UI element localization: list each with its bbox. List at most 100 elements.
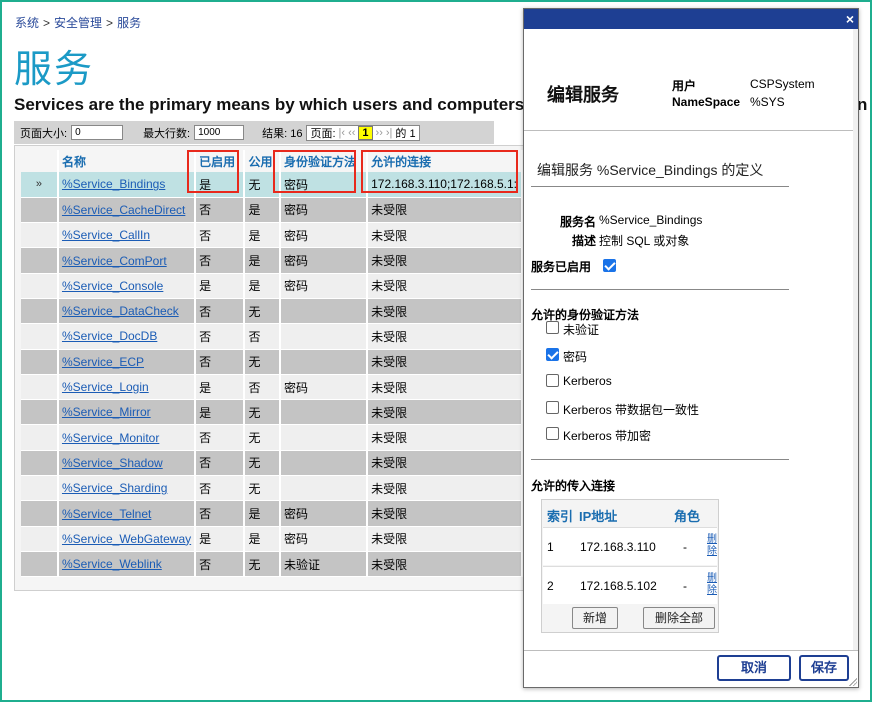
pager-bar: 页面大小: 最大行数: 结果: 16 页面: |‹ ‹‹ 1 ›› ›| 的 1: [14, 121, 494, 144]
service-name-link[interactable]: %Service_ECP: [62, 355, 144, 369]
table-row[interactable]: %Service_Weblink 否无未验证 未受限: [21, 551, 523, 578]
selected-row-marker: [21, 222, 59, 249]
table-row[interactable]: %Service_CallIn 否是密码 未受限: [21, 222, 523, 249]
col-header-enabled[interactable]: 已启用: [195, 150, 246, 172]
enabled-cell: 是: [195, 273, 246, 299]
public-cell: 无: [244, 172, 281, 198]
service-name-link[interactable]: %Service_Sharding: [62, 481, 167, 495]
definition-title: 编辑服务 %Service_Bindings 的定义: [537, 162, 764, 178]
add-connection-button[interactable]: 新增: [572, 607, 618, 629]
auth-option-checkbox[interactable]: [546, 427, 559, 440]
dialog-footer: 取消 保存: [524, 650, 858, 687]
dialog-titlebar[interactable]: ×: [524, 9, 858, 29]
delete-connection-link[interactable]: 删除: [706, 534, 718, 558]
col-header-public[interactable]: 公用: [244, 150, 281, 172]
max-rows-label: 最大行数:: [143, 127, 191, 140]
public-cell: 无: [244, 424, 281, 451]
service-name-link[interactable]: %Service_Telnet: [62, 507, 151, 521]
breadcrumb-separator: >: [43, 16, 51, 30]
breadcrumb-services[interactable]: 服务: [117, 16, 141, 30]
connection-row: 1 172.168.3.110 - 删除: [543, 527, 717, 565]
resize-grip-icon[interactable]: [848, 677, 857, 686]
table-row[interactable]: » %Service_Bindings 是无密码 172.168.3.110;172.…: [21, 172, 523, 198]
cancel-button[interactable]: 取消: [717, 655, 791, 681]
allowed-connections-cell: 未受限: [367, 399, 523, 426]
table-row[interactable]: %Service_WebGateway 是是密码 未受限: [21, 526, 523, 552]
table-row[interactable]: %Service_DocDB 否否 未受限: [21, 323, 523, 350]
first-page-icon[interactable]: |‹: [339, 127, 346, 139]
delete-all-button[interactable]: 删除全部: [643, 607, 715, 629]
auth-option-checkbox[interactable]: [546, 374, 559, 387]
breadcrumb-security[interactable]: 安全管理: [54, 16, 102, 30]
service-name-link[interactable]: %Service_Console: [62, 279, 163, 293]
table-row[interactable]: %Service_Telnet 否是密码 未受限: [21, 500, 523, 527]
dialog-scrollbar[interactable]: [853, 29, 858, 650]
conn-role-cell: -: [683, 579, 687, 593]
auth-method-cell: 密码: [280, 500, 369, 527]
max-rows-input[interactable]: [194, 125, 245, 140]
auth-option-checkbox[interactable]: [546, 321, 559, 334]
service-name-link[interactable]: %Service_ComPort: [62, 254, 167, 268]
table-row[interactable]: %Service_Console 是是密码 未受限: [21, 273, 523, 299]
service-name-link[interactable]: %Service_DataCheck: [62, 304, 179, 318]
service-name-link[interactable]: %Service_Shadow: [62, 456, 163, 470]
selected-row-marker: »: [21, 172, 59, 198]
selected-row-marker: [21, 298, 59, 325]
table-row[interactable]: %Service_Mirror 是无 未受限: [21, 399, 523, 426]
allowed-connections-cell: 未受限: [367, 424, 523, 451]
conn-index-cell: 2: [547, 579, 554, 593]
service-name-link[interactable]: %Service_Mirror: [62, 405, 151, 419]
allowed-connections-cell: 未受限: [367, 450, 523, 477]
service-name-link[interactable]: %Service_Weblink: [62, 557, 162, 571]
breadcrumb-separator: >: [106, 16, 114, 30]
service-name-link[interactable]: %Service_Monitor: [62, 431, 159, 445]
service-name-link[interactable]: %Service_CacheDirect: [62, 203, 185, 217]
selected-row-marker: [21, 526, 59, 552]
service-name-link[interactable]: %Service_Login: [62, 380, 149, 394]
selected-row-marker: [21, 424, 59, 451]
namespace-label: NameSpace: [672, 95, 741, 109]
edit-service-dialog: × 编辑服务 用户 CSPSystem NameSpace %SYS 编辑服务 …: [523, 8, 859, 688]
table-row[interactable]: %Service_DataCheck 否无 未受限: [21, 298, 523, 325]
save-button[interactable]: 保存: [799, 655, 849, 681]
col-header-connections[interactable]: 允许的连接: [367, 150, 523, 172]
col-header-auth[interactable]: 身份验证方法: [280, 150, 369, 172]
auth-option-checkbox[interactable]: [546, 347, 559, 361]
page-size-input[interactable]: [71, 125, 124, 140]
allowed-connections-cell: 未受限: [367, 349, 523, 375]
table-row[interactable]: %Service_ComPort 否是密码 未受限: [21, 247, 523, 274]
next-page-icon[interactable]: ››: [376, 127, 383, 139]
breadcrumb-system[interactable]: 系统: [15, 16, 39, 30]
table-row[interactable]: %Service_Login 是否密码 未受限: [21, 374, 523, 401]
service-name-link[interactable]: %Service_WebGateway: [62, 532, 191, 546]
table-row[interactable]: %Service_Monitor 否无 未受限: [21, 424, 523, 451]
auth-option-checkbox[interactable]: [546, 400, 559, 414]
dialog-body: 编辑服务 用户 CSPSystem NameSpace %SYS 编辑服务 %S…: [524, 29, 858, 650]
last-page-icon[interactable]: ›|: [386, 127, 393, 139]
enabled-cell: 否: [195, 450, 246, 477]
current-page[interactable]: 1: [358, 125, 373, 140]
col-header-name[interactable]: 名称: [57, 150, 197, 172]
delete-connection-link[interactable]: 删除: [706, 573, 718, 597]
table-row[interactable]: %Service_Sharding 否无 未受限: [21, 475, 523, 502]
close-icon[interactable]: ×: [846, 10, 854, 28]
table-row[interactable]: %Service_ECP 否无 未受限: [21, 349, 523, 375]
enabled-cell: 否: [195, 323, 246, 350]
allowed-connections-cell: 未受限: [367, 374, 523, 401]
public-cell: 是: [244, 247, 281, 274]
prev-page-icon[interactable]: ‹‹: [348, 127, 355, 139]
enabled-cell: 是: [195, 374, 246, 401]
connection-row: 2 172.168.5.102 - 删除: [543, 566, 717, 604]
service-name-link[interactable]: %Service_CallIn: [62, 228, 150, 242]
service-name-link[interactable]: %Service_Bindings: [62, 177, 165, 191]
service-name-link[interactable]: %Service_DocDB: [62, 329, 157, 343]
user-value: CSPSystem: [750, 77, 815, 91]
page-title: 服务: [14, 47, 95, 91]
public-cell: 是: [244, 222, 281, 249]
table-row[interactable]: %Service_Shadow 否无 未受限: [21, 450, 523, 477]
conn-ip-cell: 172.168.5.102: [580, 579, 657, 593]
conn-ip-cell: 172.168.3.110: [580, 540, 656, 554]
service-enabled-checkbox[interactable]: [603, 259, 616, 272]
table-row[interactable]: %Service_CacheDirect 否是密码 未受限: [21, 197, 523, 224]
allowed-connections-cell: 未受限: [367, 273, 523, 299]
